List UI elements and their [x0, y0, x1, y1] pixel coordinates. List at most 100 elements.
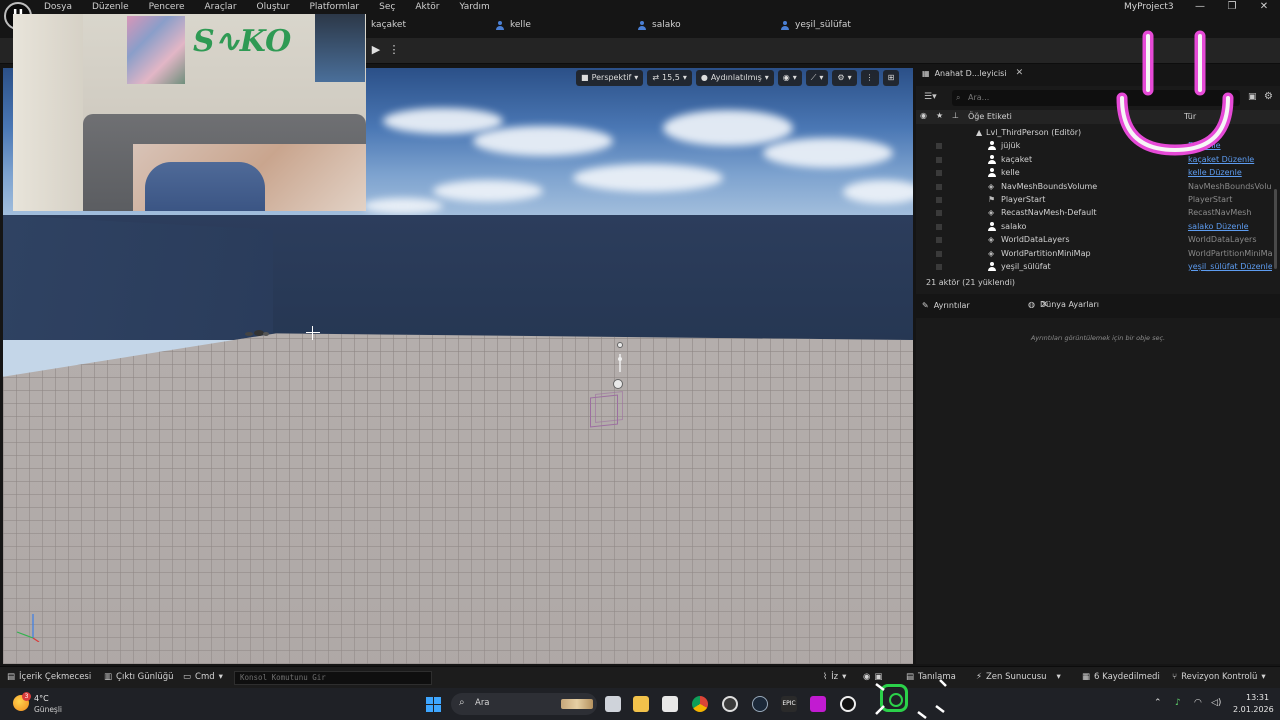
save-icon: ▦ — [1082, 672, 1091, 682]
gear-icon[interactable]: ⚙ — [1264, 91, 1273, 102]
tree-row[interactable]: ◈ NavMeshBoundsVolume NavMeshBoundsVolu — [916, 180, 1272, 193]
favorite-star-icon[interactable]: ★ — [936, 111, 943, 120]
tree-row[interactable]: ◈ WorldDataLayers WorldDataLayers — [916, 233, 1272, 246]
trace-dropdown[interactable]: ⌇ İz ▾ — [823, 672, 846, 682]
level-tab-kelle[interactable]: kelle — [496, 20, 531, 30]
player-start-icon[interactable] — [617, 342, 623, 348]
level-tab-kacaket[interactable]: kaçaket — [371, 20, 406, 30]
epic-games-icon[interactable]: EPIC — [781, 696, 797, 712]
cmd-dropdown[interactable]: ▭ Cmd ▾ — [183, 672, 223, 682]
unreal-engine-icon[interactable] — [840, 696, 856, 712]
unsaved-button[interactable]: ▦ 6 Kaydedilmedi — [1082, 672, 1160, 682]
file-explorer-icon[interactable] — [633, 696, 649, 712]
more-options-icon[interactable]: ⋮ — [388, 42, 400, 58]
menu-file[interactable]: Dosya — [34, 1, 82, 14]
visibility-toggle[interactable] — [936, 237, 942, 244]
viewport-options-button[interactable]: ⋮ — [860, 70, 879, 86]
viewport-settings-button[interactable]: ⚙ ▾ — [832, 70, 857, 86]
weather-temperature[interactable]: 4°C — [34, 694, 49, 703]
close-window-button[interactable]: ✕ — [1248, 0, 1280, 15]
actor-type: NavMeshBoundsVolu — [1188, 181, 1272, 191]
menu-edit[interactable]: Düzenle — [82, 1, 139, 14]
more-options-icon: ⋮ — [865, 73, 874, 82]
transform-tools-dropdown[interactable]: ⟋ ▾ — [805, 70, 829, 86]
visibility-toggle[interactable] — [936, 250, 942, 257]
tab-world-settings[interactable]: ◍ Dünya Ayarları — [1028, 300, 1099, 309]
volume-icon[interactable]: ◁) — [1211, 698, 1221, 708]
view-mode-dropdown[interactable]: ■ Perspektif ▾ — [576, 70, 644, 86]
maximize-button[interactable]: ❐ — [1216, 0, 1248, 15]
weather-description[interactable]: Güneşli — [34, 705, 62, 714]
visibility-toggle[interactable] — [936, 196, 942, 203]
level-tab-salako[interactable]: salako — [638, 20, 681, 30]
menu-select[interactable]: Seç — [369, 1, 405, 14]
actor-type-link[interactable]: salako Düzenle — [1188, 220, 1272, 233]
zen-server-dropdown[interactable]: ⚡ Zen Sunucusu ▾ — [976, 672, 1061, 682]
details-empty-hint: Ayrıntıları görüntülemek için bir obje s… — [1030, 334, 1166, 342]
lit-mode-dropdown[interactable]: ● Aydınlatılmış ▾ — [695, 70, 774, 86]
close-icon[interactable]: ✕ — [1016, 68, 1024, 78]
menu-tools[interactable]: Araçlar — [194, 1, 246, 14]
menu-help[interactable]: Yardım — [449, 1, 499, 14]
app-purple-icon[interactable] — [810, 696, 826, 712]
outliner-scrollbar[interactable] — [1274, 189, 1277, 269]
smiley-overlay-icon — [1116, 30, 1234, 156]
level-tab-yesil-sulufat[interactable]: yeşil_sülüfat — [781, 20, 851, 30]
menu-platforms[interactable]: Platformlar — [299, 1, 369, 14]
output-log-button[interactable]: ▥ Çıktı Günlüğü — [104, 672, 174, 682]
chevron-down-icon: ▾ — [682, 73, 687, 82]
visibility-toggle[interactable] — [936, 156, 942, 163]
visibility-toggle[interactable] — [936, 210, 942, 217]
tab-outliner[interactable]: ▦ Anahat D...leyicisi ✕ — [922, 68, 1023, 78]
fov-dropdown[interactable]: ⇄ 15,5 ▾ — [647, 70, 692, 86]
navmesh-icon: ◈ — [988, 208, 995, 218]
store-icon[interactable] — [662, 696, 678, 712]
actor-type-link[interactable]: yeşil_sülüfat Düzenle — [1188, 260, 1272, 273]
taskbar-search-box[interactable]: ⌕ Ara — [451, 693, 597, 715]
character-icon — [781, 20, 789, 30]
nav-mesh-bounds-box[interactable] — [590, 394, 618, 428]
task-view-icon[interactable] — [605, 696, 621, 712]
steam-icon[interactable] — [752, 696, 768, 712]
zen-server-icon: ⚡ — [976, 672, 982, 682]
tray-chevron-up-icon[interactable]: ⌃ — [1154, 698, 1162, 708]
revision-control-dropdown[interactable]: ⑂ Revizyon Kontrolü ▾ — [1172, 672, 1266, 682]
menu-window[interactable]: Pencere — [139, 1, 195, 14]
visibility-toggle[interactable] — [936, 170, 942, 177]
viewport-layout-button[interactable]: ⊞ — [882, 70, 900, 86]
console-command-input[interactable]: Konsol Komutunu Gir — [234, 671, 432, 685]
minimize-button[interactable]: — — [1184, 0, 1216, 15]
menu-build[interactable]: Oluştur — [247, 1, 300, 14]
tree-row[interactable]: salako salako Düzenle — [916, 220, 1272, 233]
show-flags-dropdown[interactable]: ◉ ▾ — [777, 70, 802, 86]
visibility-eye-icon[interactable]: ◉ — [920, 111, 927, 120]
tree-row[interactable]: kelle kelle Düzenle — [916, 166, 1272, 179]
menu-actor[interactable]: Aktör — [405, 1, 449, 14]
clock-time[interactable]: 13:31 — [1246, 693, 1269, 702]
clock-date[interactable]: 2.01.2026 — [1233, 705, 1274, 714]
folder-add-icon[interactable]: ▣ — [1248, 92, 1257, 102]
chrome-icon[interactable] — [692, 696, 708, 712]
visibility-toggle[interactable] — [936, 183, 942, 190]
tree-row[interactable]: ◈ RecastNavMesh-Default RecastNavMesh — [916, 206, 1272, 219]
visibility-toggle[interactable] — [936, 143, 942, 150]
view-mode-label: Perspektif — [591, 73, 632, 82]
actor-type-link[interactable]: kelle Düzenle — [1188, 166, 1272, 179]
microphone-icon[interactable]: ♪ — [1175, 698, 1181, 708]
visibility-toggle[interactable] — [936, 263, 942, 270]
left-wall — [3, 215, 273, 340]
pin-icon[interactable]: ⊥ — [952, 111, 959, 120]
content-drawer-button[interactable]: ▤ İçerik Çekmecesi — [7, 672, 91, 682]
column-item-label[interactable]: Öğe Etiketi — [968, 112, 1012, 121]
nav-mesh-icon[interactable] — [613, 379, 623, 389]
tree-row[interactable]: yeşil_sülüfat yeşil_sülüfat Düzenle — [916, 260, 1272, 273]
mouse-cursor-icon — [306, 326, 320, 340]
filter-icon[interactable]: ☰▾ — [924, 92, 937, 102]
wifi-icon[interactable]: ◠ — [1194, 698, 1202, 708]
windows-start-icon[interactable] — [426, 697, 441, 712]
tree-row[interactable]: ◈ WorldPartitionMiniMap WorldPartitionMi… — [916, 247, 1272, 260]
obs-icon[interactable] — [722, 696, 738, 712]
visibility-toggle[interactable] — [936, 223, 942, 230]
tree-row[interactable]: ⚑ PlayerStart PlayerStart — [916, 193, 1272, 206]
play-icon[interactable]: ▶ — [368, 42, 384, 58]
